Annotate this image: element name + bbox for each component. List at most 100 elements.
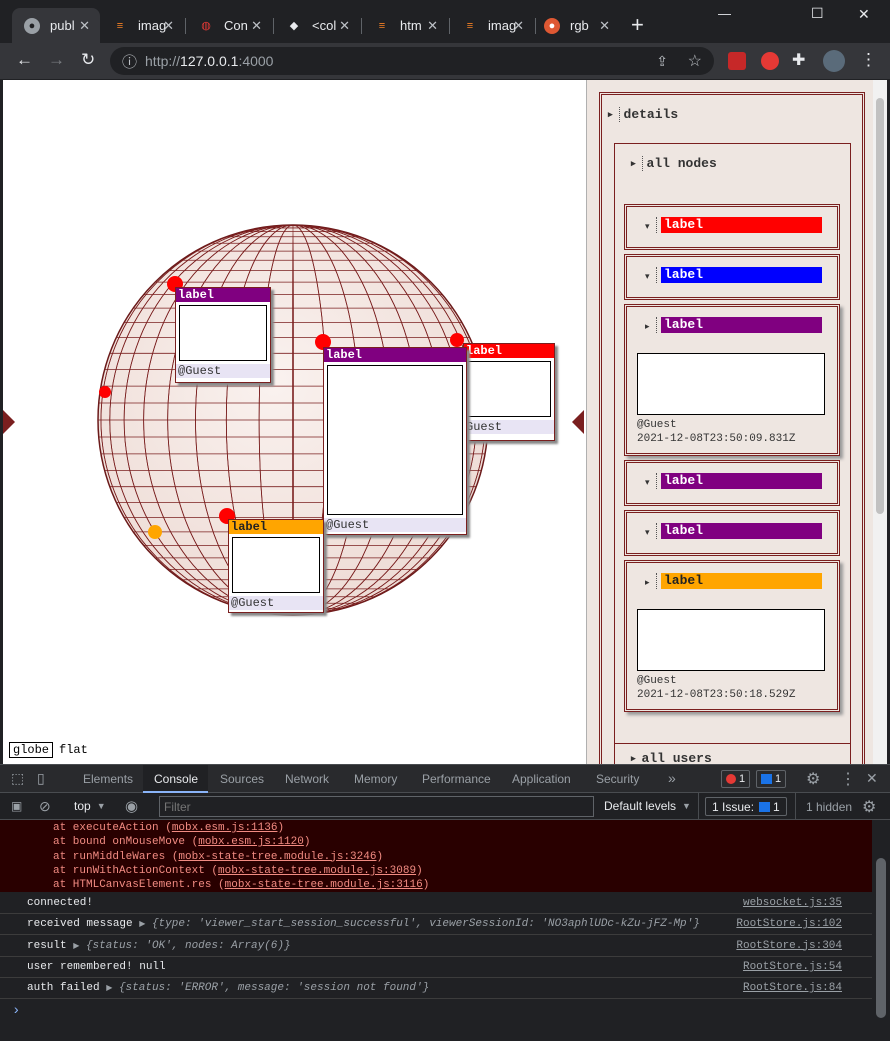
scrollbar-thumb[interactable] <box>876 858 886 1018</box>
globe-mode-button[interactable]: globe <box>9 742 54 758</box>
live-expression-eye-icon[interactable]: ◉ <box>125 797 138 815</box>
all-nodes-toggle[interactable]: ▸ all nodes <box>631 156 717 171</box>
node-card-body[interactable] <box>467 361 551 417</box>
expand-triangle-icon[interactable]: ▸ <box>645 321 650 332</box>
node-content[interactable] <box>637 353 825 415</box>
console-prompt[interactable]: › <box>12 1003 20 1019</box>
maximize-button[interactable]: ☐ <box>811 5 824 22</box>
node-card[interactable]: label @Guest <box>175 287 271 383</box>
tab-console[interactable]: ◍ Con ✕ <box>188 8 272 43</box>
node-marker[interactable] <box>99 386 111 398</box>
panel-toggle-arrow[interactable] <box>572 410 584 434</box>
avatar[interactable] <box>823 50 845 72</box>
new-tab-button[interactable]: + <box>631 14 644 36</box>
forward-button[interactable]: → <box>48 50 65 70</box>
stack-source-link[interactable]: mobx.esm.js:1120 <box>198 836 304 848</box>
adblock-icon[interactable] <box>761 52 779 70</box>
filter-input[interactable] <box>159 796 594 817</box>
tab-rgb[interactable]: ● rgb ✕ <box>538 8 620 43</box>
collapse-triangle-icon[interactable]: ▾ <box>645 527 650 538</box>
console-source-link[interactable]: RootStore.js:102 <box>736 918 842 930</box>
devtools-tab-console[interactable]: Console <box>154 772 198 786</box>
close-devtools-icon[interactable]: ✕ <box>866 770 878 787</box>
devtools-tab-sources[interactable]: Sources <box>220 772 264 786</box>
issue-counter[interactable]: 1 <box>756 770 787 788</box>
issues-button[interactable]: 1 Issue: 1 <box>705 797 787 816</box>
close-tab-icon[interactable]: ✕ <box>427 18 438 34</box>
devtools-tab-memory[interactable]: Memory <box>354 772 397 786</box>
bookmark-star-icon[interactable]: ☆ <box>688 51 702 71</box>
console-source-link[interactable]: RootStore.js:54 <box>743 961 842 973</box>
clear-console-icon[interactable]: ⊘ <box>39 798 51 815</box>
address-bar[interactable]: ⓘ http:// 127.0.0.1 :4000 ⇪ ☆ <box>110 47 714 75</box>
extension-icon[interactable] <box>728 52 746 70</box>
node-card[interactable]: label @Guest <box>323 347 467 535</box>
collapse-triangle-icon[interactable]: ▾ <box>645 221 650 232</box>
console-settings-gear-icon[interactable]: ⚙ <box>862 797 876 817</box>
console-object-preview[interactable]: ▶ {status: 'ERROR', message: 'session no… <box>106 982 429 994</box>
console-source-link[interactable]: RootStore.js:304 <box>736 940 842 952</box>
tab-image-2[interactable]: ≡ imag ✕ <box>452 8 534 43</box>
node-content[interactable] <box>637 609 825 671</box>
node-item[interactable]: ▾ label <box>624 204 840 250</box>
node-card-body[interactable] <box>179 305 267 361</box>
close-tab-icon[interactable]: ✕ <box>251 18 262 34</box>
console-object-preview[interactable]: ▶ {type: 'viewer_start_session_successfu… <box>139 918 700 930</box>
console-scrollbar[interactable] <box>872 820 890 1041</box>
close-tab-icon[interactable]: ✕ <box>599 18 610 34</box>
devtools-tab-security[interactable]: Security <box>596 772 639 786</box>
node-item[interactable]: ▸ label @Guest 2021-12-08T23:50:09.831Z <box>624 304 840 456</box>
stack-source-link[interactable]: mobx-state-tree.module.js:3116 <box>225 879 423 891</box>
console-source-link[interactable]: websocket.js:35 <box>743 897 842 909</box>
info-icon[interactable]: ⓘ <box>122 51 137 72</box>
tab-html[interactable]: ≡ htm ✕ <box>364 8 448 43</box>
inspect-icon[interactable]: ⬚ <box>11 770 24 787</box>
devtools-tab-performance[interactable]: Performance <box>422 772 491 786</box>
close-tab-icon[interactable]: ✕ <box>163 18 174 34</box>
left-toggle-arrow[interactable] <box>3 410 15 434</box>
stack-source-link[interactable]: mobx-state-tree.module.js:3246 <box>178 851 376 863</box>
reload-button[interactable]: ↻ <box>81 50 95 70</box>
node-card[interactable]: label @Guest <box>228 519 324 613</box>
minimize-button[interactable]: — <box>718 6 731 21</box>
console-source-link[interactable]: RootStore.js:84 <box>743 982 842 994</box>
all-users-toggle[interactable]: ▸ all users <box>614 743 851 764</box>
devtools-tab-elements[interactable]: Elements <box>83 772 133 786</box>
node-marker[interactable] <box>450 333 464 347</box>
details-toggle[interactable]: ▸ details <box>608 107 678 122</box>
tab-public[interactable]: ● publ ✕ <box>12 8 100 43</box>
collapse-triangle-icon[interactable]: ▾ <box>645 477 650 488</box>
close-tab-icon[interactable]: ✕ <box>513 18 524 34</box>
node-item[interactable]: ▾ label <box>624 510 840 556</box>
expand-triangle-icon[interactable]: ▸ <box>645 577 650 588</box>
node-item[interactable]: ▾ label <box>624 460 840 506</box>
chrome-menu-icon[interactable]: ⋮ <box>860 50 877 70</box>
devtools-tab-network[interactable]: Network <box>285 772 329 786</box>
scrollbar-thumb[interactable] <box>876 98 884 514</box>
panel-scrollbar[interactable] <box>873 80 887 764</box>
stack-source-link[interactable]: mobx.esm.js:1136 <box>172 822 278 834</box>
close-window-button[interactable]: ✕ <box>858 6 870 23</box>
tab-image[interactable]: ≡ imag ✕ <box>102 8 184 43</box>
node-item[interactable]: ▸ label @Guest 2021-12-08T23:50:18.529Z <box>624 560 840 712</box>
sidebar-toggle-icon[interactable]: ▣ <box>11 799 22 813</box>
share-icon[interactable]: ⇪ <box>656 53 668 70</box>
node-card-body[interactable] <box>232 537 320 593</box>
node-card-body[interactable] <box>327 365 463 515</box>
collapse-triangle-icon[interactable]: ▾ <box>645 271 650 282</box>
close-tab-icon[interactable]: ✕ <box>339 18 350 34</box>
devtools-tab-application[interactable]: Application <box>512 772 571 786</box>
node-item[interactable]: ▾ label <box>624 254 840 300</box>
device-toggle-icon[interactable]: ▯ <box>37 770 45 787</box>
tab-color[interactable]: ◆ <col ✕ <box>276 8 360 43</box>
error-counter[interactable]: 1 <box>721 770 751 788</box>
node-marker[interactable] <box>148 525 162 539</box>
context-selector[interactable]: top ▼ <box>74 799 106 813</box>
console-object-preview[interactable]: ▶ {status: 'OK', nodes: Array(6)} <box>73 940 290 952</box>
settings-gear-icon[interactable]: ⚙ <box>806 769 820 789</box>
close-tab-icon[interactable]: ✕ <box>79 18 90 34</box>
node-card[interactable]: label Guest <box>463 343 555 441</box>
back-button[interactable]: ← <box>16 50 33 70</box>
more-tabs-button[interactable]: » <box>668 770 676 786</box>
customize-menu-icon[interactable]: ⋮ <box>840 769 856 789</box>
